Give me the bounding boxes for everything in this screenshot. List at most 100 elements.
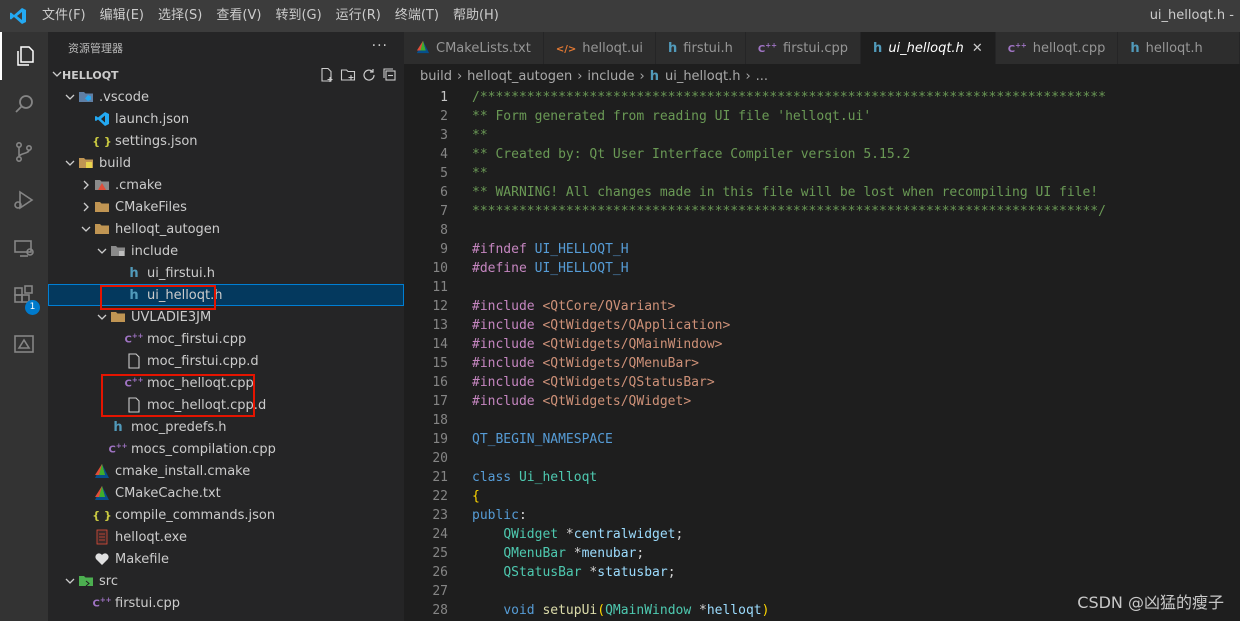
tree-item-label: .cmake (115, 177, 162, 193)
code-line: 18 (404, 411, 1240, 430)
tree-folder[interactable]: .vscode (48, 86, 404, 108)
menu-item[interactable]: 文件(F) (35, 0, 93, 32)
new-folder-icon[interactable] (340, 67, 356, 86)
cmake-icon[interactable] (0, 320, 48, 368)
tree-folder[interactable]: CMakeFiles (48, 196, 404, 218)
run-debug-icon[interactable] (0, 176, 48, 224)
tree-file[interactable]: h ui_helloqt.h (48, 284, 404, 306)
tree-item-label: UVLADIE3JM (131, 309, 212, 325)
code-token: <QtCore/QVariant> (542, 299, 676, 314)
code-line: 2 ** Form generated from reading UI file … (404, 107, 1240, 126)
tree-file[interactable]: moc_firstui.cpp.d (48, 350, 404, 372)
tab-label: CMakeLists.txt (436, 40, 531, 56)
header-file-icon: h (649, 68, 659, 84)
chevron-right-icon (78, 177, 94, 193)
line-text (448, 449, 472, 468)
editor-tab[interactable]: C++ helloqt.cpp (995, 32, 1119, 64)
tree-folder[interactable]: .cmake (48, 174, 404, 196)
code-line: 23 public: (404, 506, 1240, 525)
refresh-icon[interactable] (361, 67, 377, 86)
explorer-title: 资源管理器 (68, 42, 123, 55)
editor-tab[interactable]: h helloqt.h (1118, 32, 1240, 64)
remote-explorer-icon[interactable] (0, 224, 48, 272)
menu-item[interactable]: 运行(R) (329, 0, 388, 32)
collapse-all-icon[interactable] (382, 67, 398, 86)
code-token: <QtWidgets/QStatusBar> (542, 375, 715, 390)
tree-folder[interactable]: include (48, 240, 404, 262)
tree-file[interactable]: h ui_firstui.h (48, 262, 404, 284)
tree-file[interactable]: helloqt.exe (48, 526, 404, 548)
line-number: 11 (432, 280, 448, 295)
header-file-icon: h (129, 287, 139, 303)
tree-file[interactable]: CMakeCache.txt (48, 482, 404, 504)
search-icon[interactable] (0, 80, 48, 128)
tree-file[interactable]: launch.json (48, 108, 404, 130)
folder-icon (94, 199, 110, 215)
line-text: QStatusBar *statusbar; (448, 563, 676, 582)
tree-file[interactable]: C++ mocs_compilation.cpp (48, 438, 404, 460)
editor-tab[interactable]: h firstui.h (656, 32, 746, 64)
tree-file[interactable]: moc_helloqt.cpp.d (48, 394, 404, 416)
breadcrumb-item[interactable]: ... (756, 69, 768, 84)
workspace-section-header[interactable]: HELLOQT (48, 64, 404, 86)
line-text: #include <QtCore/QVariant> (448, 297, 676, 316)
menu-item[interactable]: 查看(V) (209, 0, 268, 32)
tree-folder[interactable]: helloqt_autogen (48, 218, 404, 240)
cmake-file-icon (94, 463, 110, 479)
tree-file[interactable]: { } compile_commands.json (48, 504, 404, 526)
tree-item-label: ui_helloqt.h (147, 287, 223, 303)
tree-item-label: launch.json (115, 111, 190, 127)
vscode-logo-icon[interactable] (0, 0, 35, 32)
cpp-file-icon: C++ (1007, 41, 1027, 55)
tree-file[interactable]: { } settings.json (48, 130, 404, 152)
breadcrumb-item[interactable]: helloqt_autogen (467, 69, 572, 84)
code-token: /***************************************… (472, 90, 1106, 105)
line-text: ** (448, 164, 488, 183)
source-control-icon[interactable] (0, 128, 48, 176)
editor-tab[interactable]: h ui_helloqt.h ✕ (861, 32, 996, 64)
chevron-down-icon (78, 221, 94, 237)
editor-tab[interactable]: CMakeLists.txt (404, 32, 544, 64)
editor-tab[interactable]: C++ firstui.cpp (745, 32, 862, 64)
menu-item[interactable]: 帮助(H) (446, 0, 506, 32)
breadcrumb-item[interactable]: include (587, 69, 634, 84)
menu-item[interactable]: 选择(S) (151, 0, 209, 32)
workspace-name: HELLOQT (62, 68, 119, 82)
tree-folder[interactable]: build (48, 152, 404, 174)
tree-item-label: moc_firstui.cpp.d (147, 353, 259, 369)
header-file-icon: h (129, 265, 139, 281)
tree-file[interactable]: Makefile (48, 548, 404, 570)
code-view[interactable]: 1 /**************************************… (404, 88, 1240, 621)
tree-file[interactable]: C++ moc_firstui.cpp (48, 328, 404, 350)
code-token: <QtWidgets/QWidget> (542, 394, 692, 409)
breadcrumb-item[interactable]: build (420, 69, 452, 84)
code-line: 16 #include <QtWidgets/QStatusBar> (404, 373, 1240, 392)
tree-folder[interactable]: UVLADIE3JM (48, 306, 404, 328)
tree-item-label: cmake_install.cmake (115, 463, 251, 479)
explorer-icon[interactable] (0, 32, 48, 80)
exe-file-icon (94, 529, 110, 545)
breadcrumb-item[interactable]: ui_helloqt.h (665, 69, 741, 84)
menu-bar: 文件(F) 编辑(E) 选择(S) 查看(V) 转到(G) 运行(R) 终端(T) 帮助(H) (35, 0, 506, 32)
line-number: 14 (432, 337, 448, 352)
extensions-icon[interactable]: 1 (0, 272, 48, 320)
tree-file[interactable]: h moc_predefs.h (48, 416, 404, 438)
new-file-icon[interactable] (319, 67, 335, 86)
tree-file[interactable]: C++ moc_helloqt.cpp (48, 372, 404, 394)
code-token: ; (667, 565, 676, 580)
tree-folder[interactable]: src (48, 570, 404, 592)
code-line: 3 ** (404, 126, 1240, 145)
more-actions-icon[interactable]: ··· (372, 38, 388, 54)
menu-item[interactable]: 终端(T) (388, 0, 446, 32)
editor-tab[interactable]: </> helloqt.ui (543, 32, 657, 64)
tree-file[interactable]: C++ firstui.cpp (48, 592, 404, 614)
line-number: 9 (440, 242, 448, 257)
code-token: <QtWidgets/QApplication> (542, 318, 731, 333)
code-token: Ui_helloqt (518, 470, 598, 485)
code-line: 26 QStatusBar *statusbar; (404, 563, 1240, 582)
close-icon[interactable]: ✕ (972, 41, 983, 56)
menu-item[interactable]: 转到(G) (268, 0, 328, 32)
tree-file[interactable]: cmake_install.cmake (48, 460, 404, 482)
tab-label: firstui.h (683, 40, 733, 56)
menu-item[interactable]: 编辑(E) (93, 0, 151, 32)
